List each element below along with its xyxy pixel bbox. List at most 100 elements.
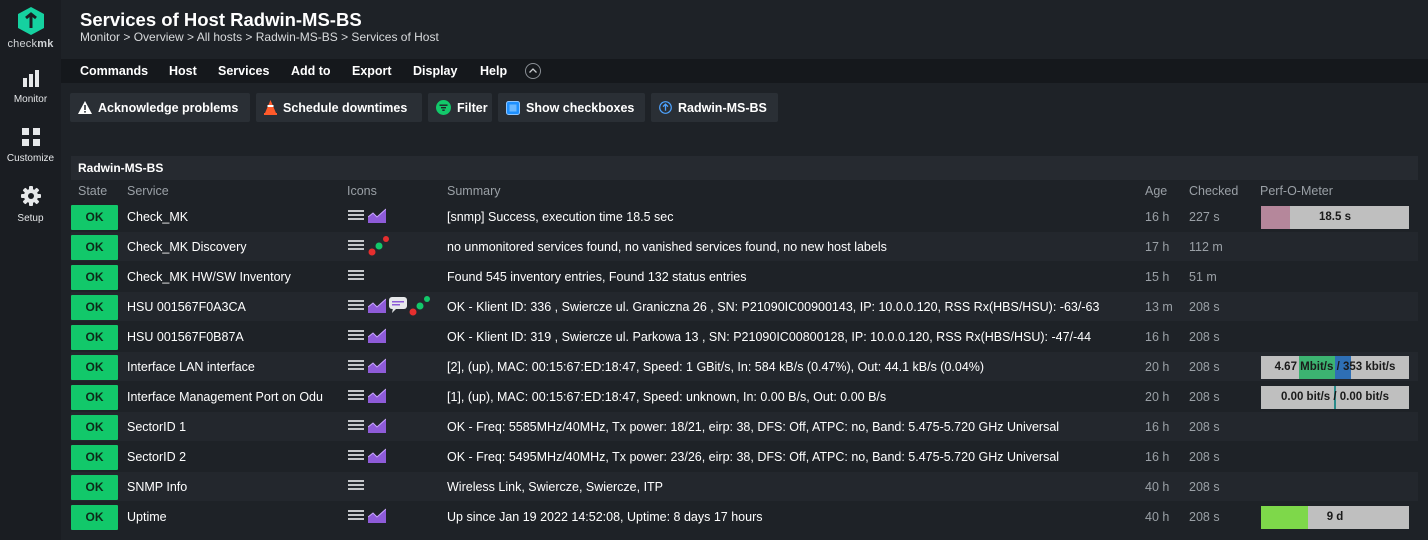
- checkmk-logo[interactable]: checkmk: [0, 6, 61, 50]
- service-checked: 208 s: [1189, 480, 1220, 494]
- service-summary: no unmonitored services found, no vanish…: [447, 240, 887, 254]
- host-button[interactable]: Radwin-MS-BS: [651, 93, 778, 122]
- service-summary: Wireless Link, Swiercze, Swiercze, ITP: [447, 480, 664, 494]
- graph-icon[interactable]: [368, 508, 386, 523]
- filter-button[interactable]: Filter: [428, 93, 492, 122]
- service-checked: 208 s: [1189, 390, 1220, 404]
- table-row: OK Check_MK Discovery no unmonitored ser…: [71, 232, 1418, 261]
- menu-services[interactable]: Services: [218, 64, 269, 78]
- service-checked: 51 m: [1189, 270, 1217, 284]
- menu-icon[interactable]: [348, 388, 364, 402]
- menu-icon[interactable]: [348, 238, 364, 252]
- menu-icon[interactable]: [348, 268, 364, 282]
- warning-icon: [78, 101, 92, 114]
- menu-bar: Commands Host Services Add to Export Dis…: [61, 59, 1428, 83]
- service-name[interactable]: Interface Management Port on Odu: [127, 390, 337, 404]
- service-age: 16 h: [1145, 450, 1170, 464]
- service-name[interactable]: Check_MK HW/SW Inventory: [127, 270, 337, 284]
- arrow-up-circle-icon: [659, 101, 672, 114]
- sidebar-item-monitor[interactable]: Monitor: [0, 70, 61, 105]
- menu-commands[interactable]: Commands: [80, 64, 148, 78]
- menu-display[interactable]: Display: [413, 64, 457, 78]
- state-badge: OK: [71, 475, 118, 500]
- header-state[interactable]: State: [78, 184, 107, 198]
- schedule-downtimes-button[interactable]: Schedule downtimes: [256, 93, 422, 122]
- checkmk-logo-icon: [17, 7, 44, 35]
- state-badge: OK: [71, 505, 118, 530]
- menu-icon[interactable]: [348, 328, 364, 342]
- state-badge: OK: [71, 325, 118, 350]
- table-row: OK Check_MK HW/SW Inventory Found 545 in…: [71, 262, 1418, 291]
- graph-icon[interactable]: [368, 418, 386, 433]
- page-title: Services of Host Radwin-MS-BS: [80, 9, 362, 30]
- graph-icon[interactable]: [368, 328, 386, 343]
- comment-icon[interactable]: [389, 297, 407, 313]
- state-badge: OK: [71, 205, 118, 230]
- discovery-icon[interactable]: [409, 295, 431, 317]
- menu-icon[interactable]: [348, 208, 364, 222]
- service-age: 16 h: [1145, 330, 1170, 344]
- service-checked: 227 s: [1189, 210, 1220, 224]
- chevron-up-icon: [529, 68, 537, 73]
- menu-help[interactable]: Help: [480, 64, 507, 78]
- table-row: OK Uptime Up since Jan 19 2022 14:52:08,…: [71, 502, 1418, 531]
- menu-icon[interactable]: [348, 358, 364, 372]
- graph-icon[interactable]: [368, 358, 386, 373]
- menu-icon[interactable]: [348, 508, 364, 522]
- service-name[interactable]: HSU 001567F0A3CA: [127, 300, 337, 314]
- service-summary: OK - Klient ID: 319 , Swiercze ul. Parko…: [447, 330, 1092, 344]
- service-age: 17 h: [1145, 240, 1170, 254]
- service-name[interactable]: SectorID 1: [127, 420, 337, 434]
- service-checked: 208 s: [1189, 360, 1220, 374]
- menu-host[interactable]: Host: [169, 64, 197, 78]
- perf-o-meter: 4.67 Mbit/s / 353 kbit/s: [1261, 356, 1409, 379]
- sidebar-item-setup[interactable]: Setup: [0, 186, 61, 224]
- state-badge: OK: [71, 445, 118, 470]
- service-name[interactable]: Check_MK Discovery: [127, 240, 337, 254]
- menu-icon[interactable]: [348, 478, 364, 492]
- graph-icon[interactable]: [368, 298, 386, 313]
- breadcrumb[interactable]: Monitor > Overview > All hosts > Radwin-…: [80, 30, 439, 44]
- grid-icon: [21, 128, 40, 146]
- show-checkboxes-button[interactable]: Show checkboxes: [498, 93, 645, 122]
- header-summary[interactable]: Summary: [447, 184, 500, 198]
- graph-icon[interactable]: [368, 208, 386, 223]
- table-row: OK HSU 001567F0B87A OK - Klient ID: 319 …: [71, 322, 1418, 351]
- checkboxes-label: Show checkboxes: [526, 100, 635, 115]
- graph-icon[interactable]: [368, 388, 386, 403]
- state-badge: OK: [71, 265, 118, 290]
- service-age: 13 m: [1145, 300, 1173, 314]
- acknowledge-label: Acknowledge problems: [98, 100, 239, 115]
- collapse-menu-button[interactable]: [525, 63, 541, 79]
- acknowledge-problems-button[interactable]: Acknowledge problems: [70, 93, 250, 122]
- service-checked: 208 s: [1189, 450, 1220, 464]
- service-age: 20 h: [1145, 360, 1170, 374]
- service-name[interactable]: SectorID 2: [127, 450, 337, 464]
- header-perf-o-meter[interactable]: Perf-O-Meter: [1260, 184, 1333, 198]
- header-checked[interactable]: Checked: [1189, 184, 1238, 198]
- table-row: OK SectorID 2 OK - Freq: 5495MHz/40MHz, …: [71, 442, 1418, 471]
- service-name[interactable]: Uptime: [127, 510, 337, 524]
- graph-icon[interactable]: [368, 448, 386, 463]
- service-name[interactable]: Interface LAN interface: [127, 360, 337, 374]
- service-checked: 208 s: [1189, 330, 1220, 344]
- menu-icon[interactable]: [348, 298, 364, 312]
- header-service[interactable]: Service: [127, 184, 169, 198]
- service-name[interactable]: HSU 001567F0B87A: [127, 330, 337, 344]
- menu-icon[interactable]: [348, 448, 364, 462]
- state-badge: OK: [71, 235, 118, 260]
- discovery-icon[interactable]: [368, 235, 390, 257]
- service-name[interactable]: SNMP Info: [127, 480, 337, 494]
- host-name[interactable]: Radwin-MS-BS: [78, 161, 163, 175]
- table-row: OK SNMP Info Wireless Link, Swiercze, Sw…: [71, 472, 1418, 501]
- menu-add-to[interactable]: Add to: [291, 64, 331, 78]
- service-summary: OK - Freq: 5495MHz/40MHz, Tx power: 23/2…: [447, 450, 1060, 464]
- perf-value: 18.5 s: [1319, 211, 1351, 223]
- service-name[interactable]: Check_MK: [127, 210, 337, 224]
- sidebar-item-customize[interactable]: Customize: [0, 128, 61, 164]
- header-icons[interactable]: Icons: [347, 184, 377, 198]
- header-age[interactable]: Age: [1145, 184, 1167, 198]
- menu-icon[interactable]: [348, 418, 364, 432]
- gear-icon: [20, 186, 41, 206]
- menu-export[interactable]: Export: [352, 64, 392, 78]
